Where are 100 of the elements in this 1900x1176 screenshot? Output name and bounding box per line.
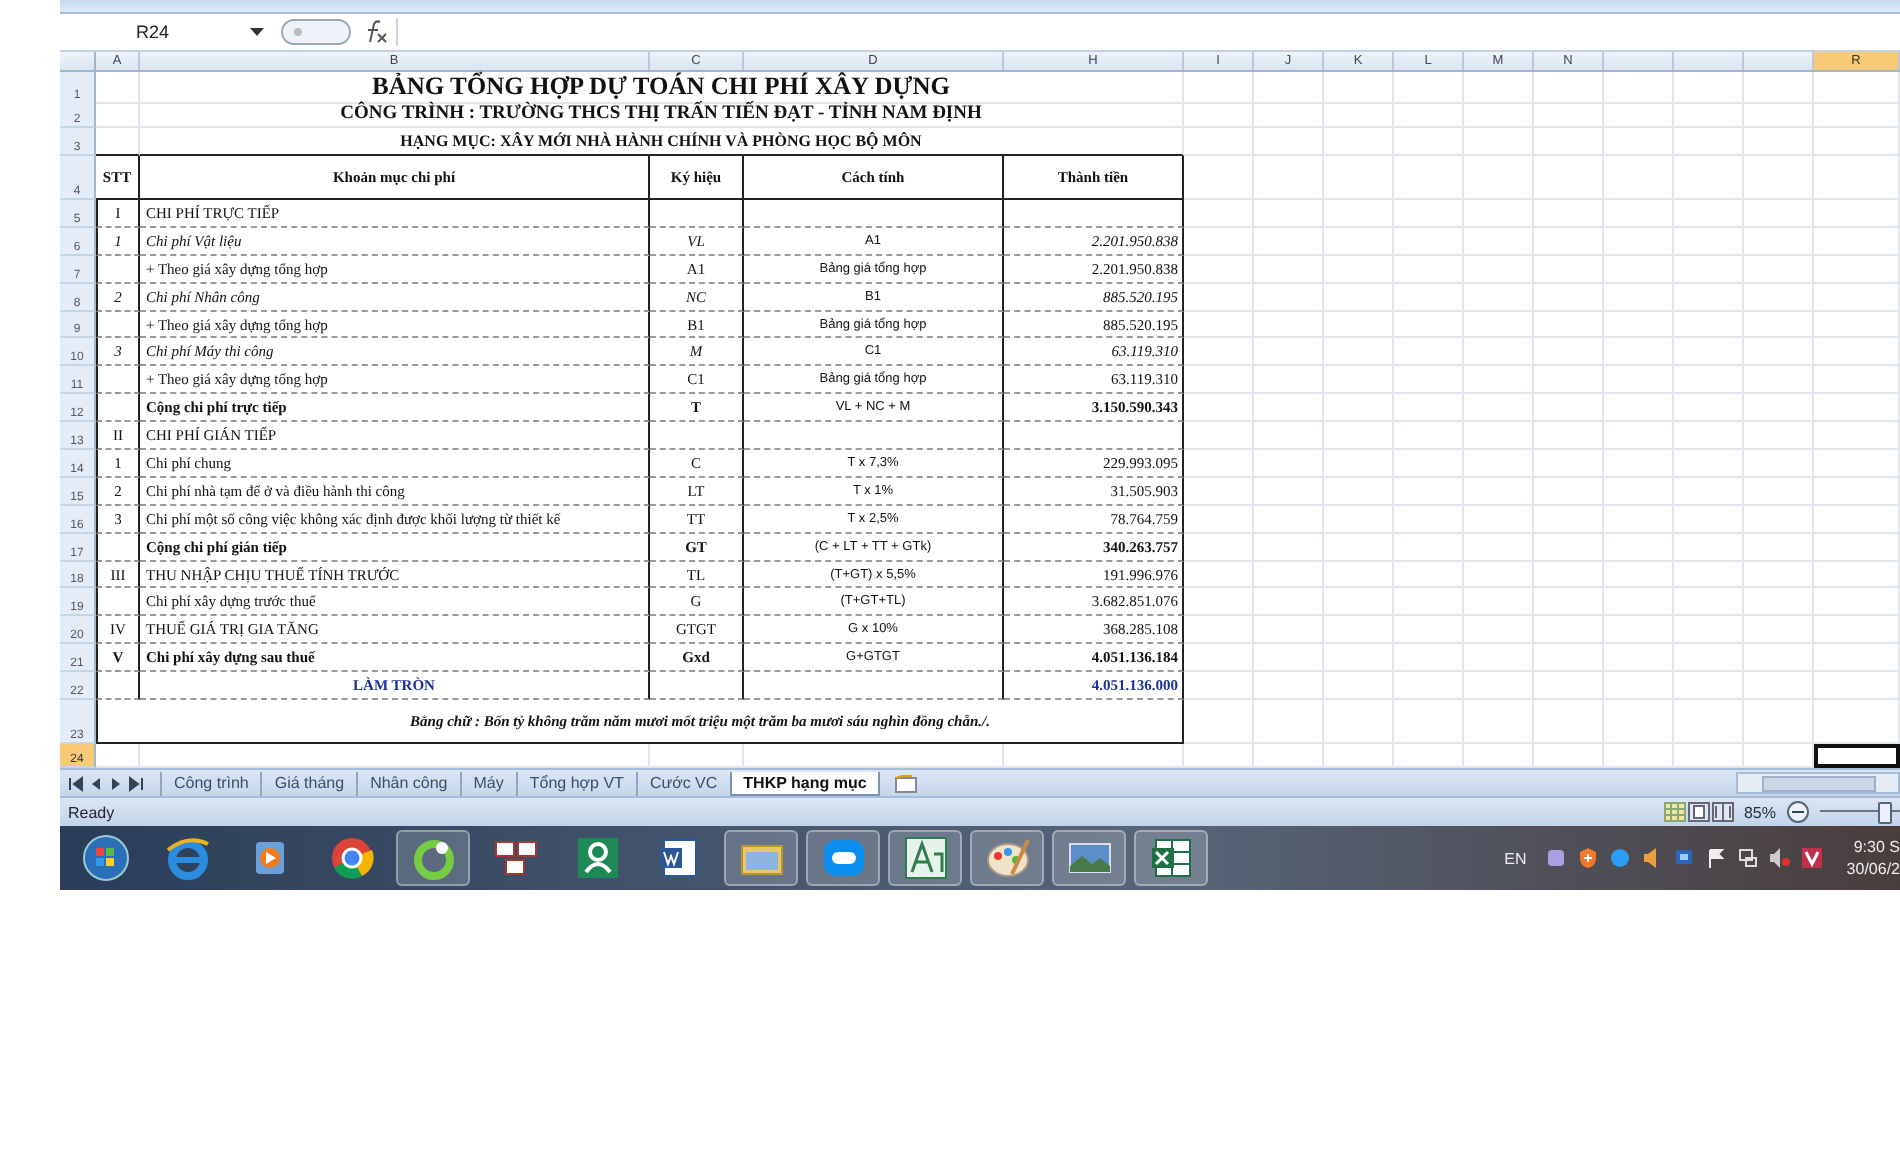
empty-cell[interactable] <box>1814 100 1900 128</box>
empty-cell[interactable] <box>1184 644 1254 673</box>
empty-cell[interactable] <box>1324 394 1394 423</box>
empty-cell[interactable] <box>1604 72 1674 104</box>
empty-cell[interactable] <box>1254 561 1324 589</box>
empty-cell[interactable] <box>1674 311 1744 339</box>
paint-app-icon[interactable] <box>981 834 1033 883</box>
empty-cell[interactable] <box>1394 505 1464 534</box>
empty-cell[interactable] <box>1464 561 1534 589</box>
empty-cell[interactable] <box>1604 366 1674 395</box>
empty-cell[interactable] <box>1744 394 1814 423</box>
empty-cell[interactable] <box>1254 255 1324 284</box>
empty-cell[interactable] <box>1394 227 1464 256</box>
empty-cell[interactable] <box>1184 588 1254 617</box>
flag-icon[interactable] <box>1706 848 1727 869</box>
empty-cell[interactable] <box>1184 255 1254 284</box>
empty-cell[interactable] <box>1254 366 1324 395</box>
empty-cell[interactable] <box>1604 616 1674 645</box>
empty-cell[interactable] <box>1184 561 1254 589</box>
sheet-tab[interactable]: THKP hạng mục <box>729 771 881 796</box>
empty-cell[interactable] <box>1394 450 1464 478</box>
empty-cell[interactable] <box>1604 505 1674 534</box>
empty-cell[interactable] <box>1814 366 1900 395</box>
empty-cell[interactable] <box>1744 477 1814 506</box>
empty-cell[interactable] <box>1674 128 1744 156</box>
zoom-out-icon[interactable] <box>1786 800 1810 825</box>
empty-cell[interactable] <box>1254 533 1324 562</box>
empty-cell[interactable] <box>1534 644 1604 673</box>
empty-cell[interactable] <box>1814 72 1900 104</box>
empty-cell[interactable] <box>1814 227 1900 256</box>
empty-cell[interactable] <box>1324 700 1394 745</box>
empty-cell[interactable] <box>1464 227 1534 256</box>
empty-cell[interactable] <box>1464 700 1534 745</box>
empty-cell[interactable] <box>1324 366 1394 395</box>
start-button[interactable] <box>79 834 131 883</box>
empty-cell[interactable] <box>1674 283 1744 312</box>
empty-cell[interactable] <box>1814 561 1900 589</box>
empty-cell[interactable] <box>1254 72 1324 104</box>
empty-cell[interactable] <box>1464 338 1534 367</box>
empty-cell[interactable] <box>1254 505 1324 534</box>
empty-cell[interactable] <box>1394 533 1464 562</box>
page-break-icon[interactable] <box>1711 802 1734 823</box>
empty-cell[interactable] <box>1254 700 1324 745</box>
empty-cell[interactable] <box>1814 450 1900 478</box>
empty-cell[interactable] <box>1604 477 1674 506</box>
empty-cell[interactable] <box>1674 616 1744 645</box>
chat-bubble-icon[interactable] <box>1610 848 1631 869</box>
empty-cell[interactable] <box>1324 255 1394 284</box>
empty-cell[interactable] <box>1254 338 1324 367</box>
empty-cell[interactable] <box>1184 505 1254 534</box>
empty-cell[interactable] <box>1184 477 1254 506</box>
empty-cell[interactable] <box>1324 311 1394 339</box>
empty-cell[interactable] <box>1324 588 1394 617</box>
empty-cell[interactable] <box>1324 227 1394 256</box>
empty-cell[interactable] <box>1394 100 1464 128</box>
previous-sheet-icon[interactable] <box>88 775 104 792</box>
empty-cell[interactable] <box>1254 616 1324 645</box>
empty-cell[interactable] <box>1394 422 1464 451</box>
empty-cell[interactable] <box>1464 128 1534 156</box>
empty-cell[interactable] <box>1324 72 1394 104</box>
empty-cell[interactable] <box>1744 338 1814 367</box>
empty-cell[interactable] <box>1394 156 1464 200</box>
empty-cell[interactable] <box>1534 128 1604 156</box>
empty-cell[interactable] <box>1604 533 1674 562</box>
empty-cell[interactable] <box>1534 100 1604 128</box>
network-icon[interactable] <box>1738 848 1759 869</box>
empty-cell[interactable] <box>1744 128 1814 156</box>
empty-cell[interactable] <box>1814 505 1900 534</box>
empty-cell[interactable] <box>1464 533 1534 562</box>
empty-cell[interactable] <box>1744 156 1814 200</box>
empty-cell[interactable] <box>1674 505 1744 534</box>
empty-cell[interactable] <box>1254 156 1324 200</box>
empty-cell[interactable] <box>1534 533 1604 562</box>
empty-cell[interactable] <box>1674 338 1744 367</box>
shield-icon[interactable] <box>1578 848 1599 869</box>
empty-cell[interactable] <box>1184 450 1254 478</box>
empty-cell[interactable] <box>1394 616 1464 645</box>
empty-cell[interactable] <box>1534 700 1604 745</box>
empty-cell[interactable] <box>1604 227 1674 256</box>
empty-cell[interactable] <box>1604 450 1674 478</box>
first-sheet-icon[interactable] <box>68 775 84 792</box>
empty-cell[interactable] <box>1814 156 1900 200</box>
zoom-level[interactable]: 85% <box>1743 803 1776 822</box>
empty-cell[interactable] <box>1814 616 1900 645</box>
empty-cell[interactable] <box>1184 394 1254 423</box>
empty-cell[interactable] <box>1254 672 1324 701</box>
empty-cell[interactable] <box>1674 644 1744 673</box>
empty-cell[interactable] <box>1464 505 1534 534</box>
empty-cell[interactable] <box>1324 477 1394 506</box>
empty-cell[interactable] <box>1254 128 1324 156</box>
empty-cell[interactable] <box>1674 72 1744 104</box>
empty-cell[interactable] <box>1464 72 1534 104</box>
empty-cell[interactable] <box>1184 366 1254 395</box>
empty-cell[interactable] <box>1464 422 1534 451</box>
empty-cell[interactable] <box>1744 700 1814 745</box>
empty-cell[interactable] <box>1254 200 1324 228</box>
empty-cell[interactable] <box>1534 311 1604 339</box>
empty-cell[interactable] <box>1464 644 1534 673</box>
empty-cell[interactable] <box>1744 588 1814 617</box>
empty-cell[interactable] <box>1744 616 1814 645</box>
